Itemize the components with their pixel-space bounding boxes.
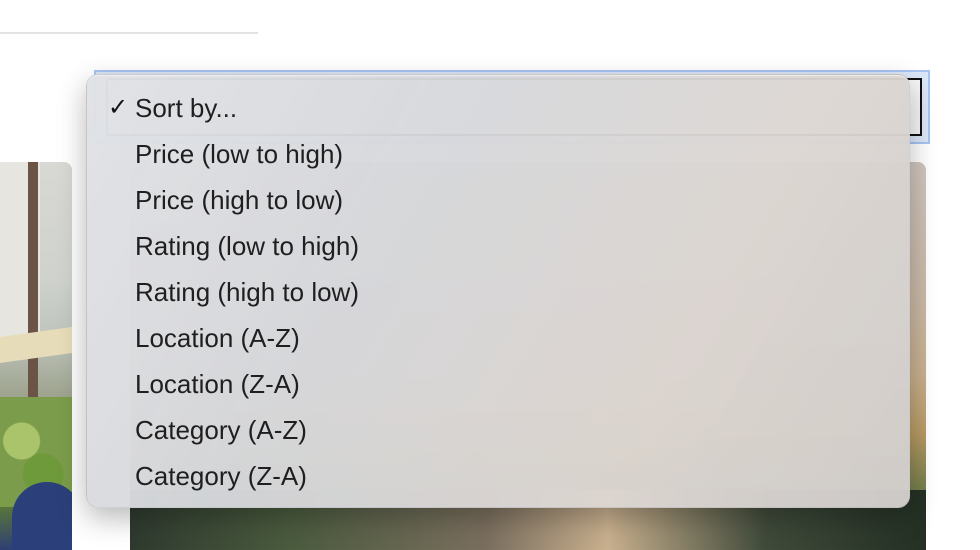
page: ✓ Sort by... Price (low to high) Price (… (0, 0, 980, 550)
menu-item-label: Category (A-Z) (135, 415, 307, 445)
menu-item-label: Price (high to low) (135, 185, 344, 215)
menu-item-category-a-z[interactable]: Category (A-Z) (87, 407, 909, 453)
menu-item-sort-by[interactable]: ✓ Sort by... (87, 85, 909, 131)
photo-person (12, 482, 72, 550)
menu-item-label: Sort by... (135, 93, 238, 123)
menu-item-label: Price (low to high) (135, 139, 344, 169)
checkmark-icon: ✓ (107, 94, 129, 121)
menu-item-category-z-a[interactable]: Category (Z-A) (87, 453, 909, 499)
menu-item-label: Rating (high to low) (135, 277, 359, 307)
top-divider (0, 32, 258, 34)
menu-item-price-high-low[interactable]: Price (high to low) (87, 177, 909, 223)
menu-item-rating-low-high[interactable]: Rating (low to high) (87, 223, 909, 269)
menu-item-location-z-a[interactable]: Location (Z-A) (87, 361, 909, 407)
sort-dropdown-menu[interactable]: ✓ Sort by... Price (low to high) Price (… (86, 74, 910, 508)
menu-item-location-a-z[interactable]: Location (A-Z) (87, 315, 909, 361)
listing-photo-left[interactable] (0, 162, 72, 550)
menu-item-price-low-high[interactable]: Price (low to high) (87, 131, 909, 177)
menu-item-label: Location (Z-A) (135, 369, 300, 399)
menu-item-label: Rating (low to high) (135, 231, 359, 261)
menu-item-label: Category (Z-A) (135, 461, 307, 491)
menu-item-label: Location (A-Z) (135, 323, 300, 353)
menu-item-rating-high-low[interactable]: Rating (high to low) (87, 269, 909, 315)
